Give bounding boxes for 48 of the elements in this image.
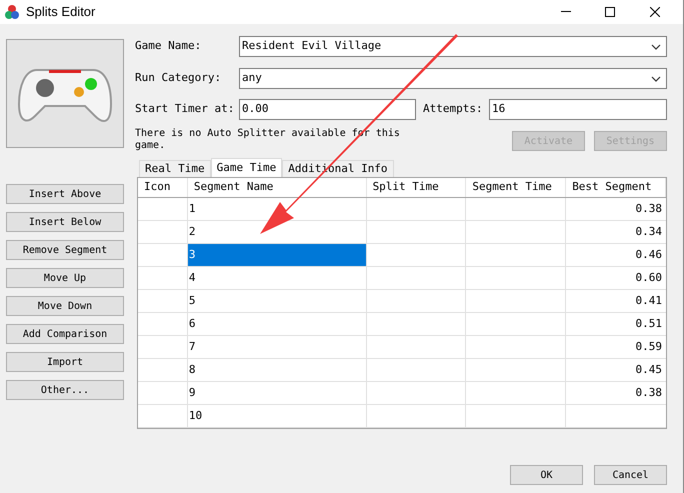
table-cell[interactable]: 7 [188,336,367,358]
table-cell-text: 0.60 [636,270,662,286]
table-cell-text: 0.38 [636,200,662,217]
side-button[interactable]: Remove Segment [6,240,124,260]
side-button[interactable]: Add Comparison [6,324,124,344]
column-header: Icon [138,178,188,197]
chevron-down-icon [651,76,661,82]
chevron-down-icon [651,44,661,50]
column-header: Segment Time [466,178,566,197]
run-category-combo[interactable]: any [239,68,667,89]
attempts-field[interactable]: 16 [489,99,667,120]
minimize-icon[interactable] [561,11,571,13]
tab[interactable]: Real Time [139,160,211,177]
side-button[interactable]: Move Up [6,268,124,288]
field-label: Run Category: [135,70,222,86]
close-icon[interactable] [650,7,660,17]
side-button[interactable]: Import [6,352,124,372]
side-button[interactable]: Insert Below [6,212,124,232]
dialog-button[interactable]: Cancel [594,465,667,485]
table-cell[interactable]: 10 [188,405,367,427]
column-header: Best Segment [566,178,666,197]
table-cell[interactable]: 3 [188,244,367,266]
field-label: Attempts: [423,101,484,118]
field-label: Game Name: [135,38,202,54]
table-cell-text: 0.46 [636,246,662,263]
table-cell[interactable]: 4 [188,267,367,289]
field-label: Start Timer at: [135,101,236,118]
table-cell[interactable]: 9 [188,382,367,404]
side-button[interactable]: Move Down [6,296,124,316]
side-button[interactable]: Other... [6,380,124,400]
table-cell[interactable]: 6 [188,313,367,335]
column-header: Split Time [366,178,466,197]
tab[interactable]: Game Time [210,158,282,177]
dialog-button[interactable]: OK [510,465,583,485]
side-button[interactable]: Insert Above [6,184,124,204]
table-cell-text: 0.59 [636,338,662,355]
table-cell-text: 0.38 [636,384,662,401]
app-icon [4,4,20,20]
window-title: Splits Editor [26,3,96,22]
table-cell-text: 0.34 [636,224,662,240]
table-cell[interactable]: 8 [188,359,367,381]
start-timer-field[interactable]: 0.00 [239,99,416,120]
table-cell-text: 0.41 [636,292,662,309]
maximize-icon[interactable] [605,7,615,17]
table-cell-text: 0.51 [636,316,662,332]
table-cell[interactable]: 5 [188,290,367,312]
table-cell-text: 0.45 [636,362,662,378]
game-name-combo[interactable]: Resident Evil Village [239,36,667,57]
